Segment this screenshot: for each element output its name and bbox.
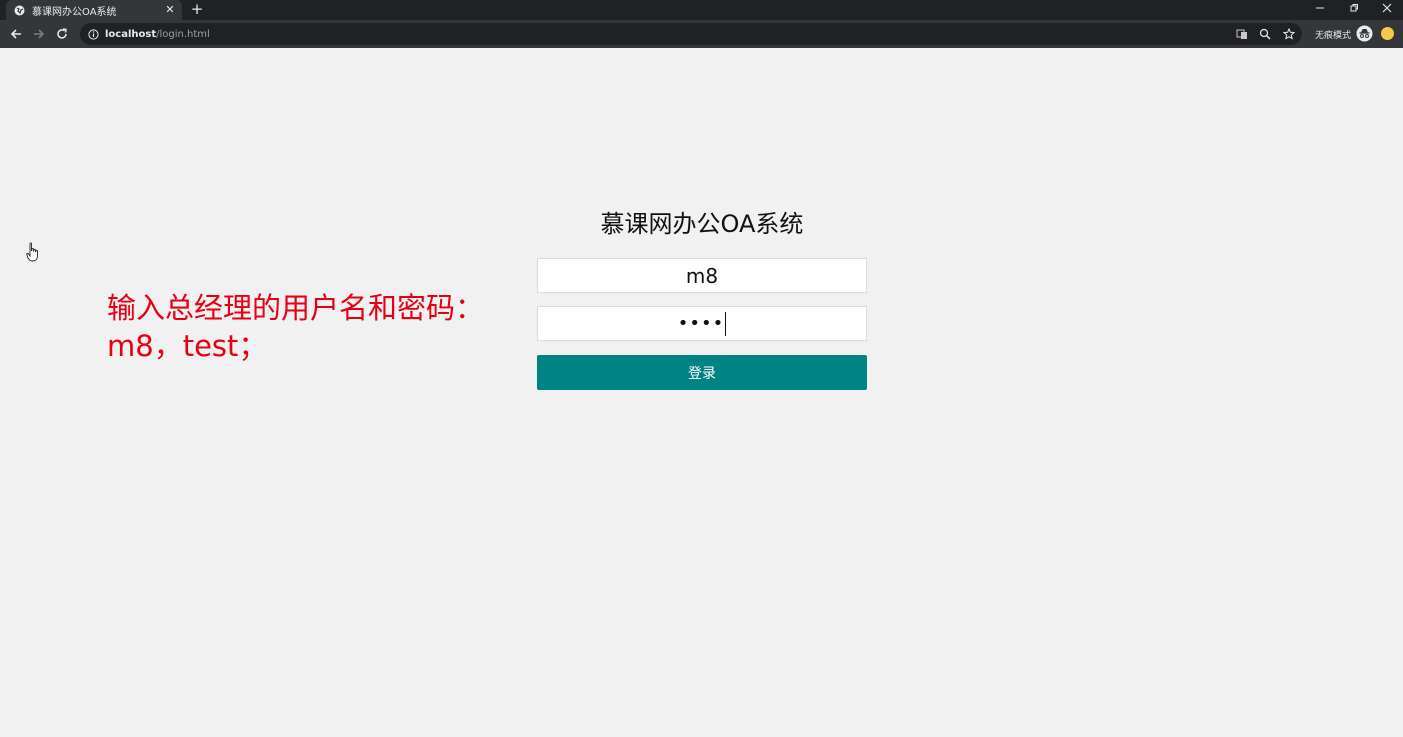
- text-caret: [725, 311, 727, 336]
- translate-icon[interactable]: [1234, 26, 1250, 42]
- password-input[interactable]: ••••: [537, 306, 867, 341]
- tab-close-icon[interactable]: ✕: [164, 4, 176, 16]
- login-title: 慕课网办公OA系统: [600, 210, 804, 238]
- hand-cursor-icon: [26, 242, 40, 262]
- url-path: /login.html: [156, 28, 210, 40]
- login-button[interactable]: 登录: [537, 355, 867, 390]
- zoom-icon[interactable]: [1257, 26, 1273, 42]
- username-input[interactable]: [537, 258, 867, 293]
- tab-title: 慕课网办公OA系统: [32, 6, 117, 18]
- browser-toolbar: localhost /login.html 无痕模式: [0, 20, 1403, 48]
- close-window-icon[interactable]: [1375, 0, 1399, 16]
- profile-avatar[interactable]: [1381, 27, 1394, 40]
- instruction-annotation: 输入总经理的用户名和密码： m8，test；: [107, 289, 484, 365]
- reload-icon[interactable]: [54, 26, 70, 42]
- browser-tab-bar: 慕课网办公OA系统 ✕ +: [0, 0, 1403, 20]
- minimize-icon[interactable]: [1308, 0, 1332, 16]
- annotation-line-1: 输入总经理的用户名和密码：: [107, 291, 485, 325]
- forward-arrow-icon[interactable]: [31, 26, 47, 42]
- password-masked-value: ••••: [677, 313, 725, 334]
- annotation-line-2: m8，test；: [107, 329, 268, 363]
- bookmark-star-icon[interactable]: [1281, 26, 1297, 42]
- info-icon[interactable]: [88, 25, 99, 44]
- incognito-label: 无痕模式: [1315, 31, 1352, 41]
- back-arrow-icon[interactable]: [8, 26, 24, 42]
- address-bar[interactable]: localhost /login.html: [80, 23, 1302, 45]
- restore-icon[interactable]: [1342, 0, 1366, 16]
- incognito-icon[interactable]: [1356, 25, 1373, 42]
- globe-icon: [14, 5, 25, 16]
- browser-tab[interactable]: 慕课网办公OA系统 ✕: [6, 0, 182, 20]
- new-tab-plus-icon[interactable]: +: [189, 1, 205, 17]
- url-host: localhost: [105, 28, 157, 40]
